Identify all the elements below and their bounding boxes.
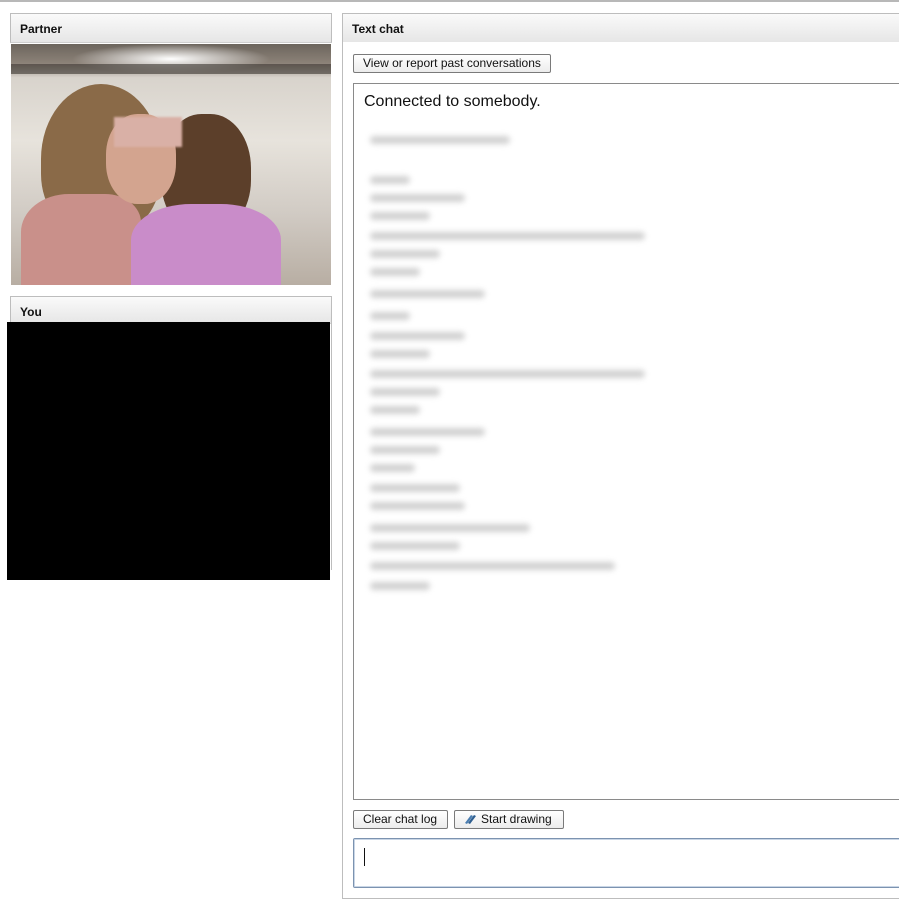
pencil-icon [465,815,476,824]
blurred-line [370,136,510,144]
start-drawing-label: Start drawing [481,812,552,826]
text-chat-panel-title: Text chat [342,13,899,43]
start-drawing-button[interactable]: Start drawing [454,810,564,829]
face-blur [114,117,182,147]
status-message: Connected to somebody. [364,93,541,110]
partner-panel-title: Partner [10,13,332,43]
text-caret [364,848,365,866]
partner-video [11,44,331,285]
you-panel-title: You [10,296,332,324]
self-video [7,322,330,580]
message-input[interactable] [353,838,899,888]
chat-log[interactable]: Connected to somebody. [353,83,899,800]
top-border [0,0,899,2]
clear-chat-log-button[interactable]: Clear chat log [353,810,448,829]
view-report-conversations-button[interactable]: View or report past conversations [353,54,551,73]
